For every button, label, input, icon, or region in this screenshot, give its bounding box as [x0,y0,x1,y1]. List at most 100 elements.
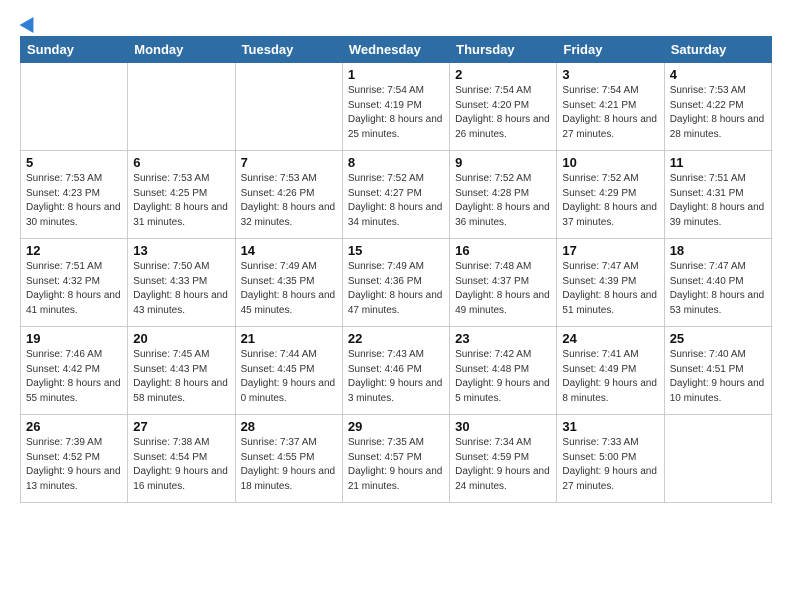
week-row-4: 26 Sunrise: 7:39 AM Sunset: 4:52 PM Dayli… [21,415,772,503]
day-cell-21: 21 Sunrise: 7:44 AM Sunset: 4:45 PM Dayli… [235,327,342,415]
day-info: Sunrise: 7:52 AM Sunset: 4:28 PM Dayligh… [455,172,551,230]
day-cell-9: 9 Sunrise: 7:52 AM Sunset: 4:28 PM Daylig… [450,151,557,239]
day-cell-11: 11Sunrise: 7:51 AM Sunset: 4:31 PM Dayli… [664,151,771,239]
day-info: Sunrise: 7:40 AM Sunset: 4:51 PM Dayligh… [670,348,766,406]
day-number: 30 [455,419,551,434]
day-cell-3: 3Sunrise: 7:54 AM Sunset: 4:21 PM Daylig… [557,63,664,151]
day-info: Sunrise: 7:50 AM Sunset: 4:33 PM Dayligh… [133,260,229,318]
day-number: 25 [670,331,766,346]
day-number: 27 [133,419,229,434]
day-cell-19: 19Sunrise: 7:46 AM Sunset: 4:42 PM Dayli… [21,327,128,415]
col-header-friday: Friday [557,37,664,63]
day-cell-30: 30 Sunrise: 7:34 AM Sunset: 4:59 PM Dayli… [450,415,557,503]
day-number: 8 [348,155,444,170]
day-info: Sunrise: 7:42 AM Sunset: 4:48 PM Dayligh… [455,348,551,406]
day-number: 10 [562,155,658,170]
day-number: 16 [455,243,551,258]
day-info: Sunrise: 7:39 AM Sunset: 4:52 PM Dayligh… [26,436,122,494]
day-info: Sunrise: 7:49 AM Sunset: 4:36 PM Dayligh… [348,260,444,318]
week-row-0: 1 Sunrise: 7:54 AM Sunset: 4:19 PM Daylig… [21,63,772,151]
day-number: 17 [562,243,658,258]
day-number: 4 [670,67,766,82]
day-cell-13: 13 Sunrise: 7:50 AM Sunset: 4:33 PM Dayli… [128,239,235,327]
day-number: 9 [455,155,551,170]
calendar-table: SundayMondayTuesdayWednesdayThursdayFrid… [20,36,772,503]
day-number: 12 [26,243,122,258]
col-header-monday: Monday [128,37,235,63]
week-row-1: 5Sunrise: 7:53 AM Sunset: 4:23 PM Daylig… [21,151,772,239]
day-number: 21 [241,331,337,346]
day-info: Sunrise: 7:33 AM Sunset: 5:00 PM Dayligh… [562,436,658,494]
day-cell-4: 4 Sunrise: 7:53 AM Sunset: 4:22 PM Daylig… [664,63,771,151]
day-info: Sunrise: 7:53 AM Sunset: 4:23 PM Dayligh… [26,172,122,230]
empty-cell [235,63,342,151]
col-header-saturday: Saturday [664,37,771,63]
day-number: 31 [562,419,658,434]
calendar-header-row: SundayMondayTuesdayWednesdayThursdayFrid… [21,37,772,63]
day-cell-28: 28 Sunrise: 7:37 AM Sunset: 4:55 PM Dayli… [235,415,342,503]
week-row-2: 12 Sunrise: 7:51 AM Sunset: 4:32 PM Dayli… [21,239,772,327]
day-info: Sunrise: 7:38 AM Sunset: 4:54 PM Dayligh… [133,436,229,494]
day-info: Sunrise: 7:53 AM Sunset: 4:26 PM Dayligh… [241,172,337,230]
day-info: Sunrise: 7:53 AM Sunset: 4:25 PM Dayligh… [133,172,229,230]
day-info: Sunrise: 7:47 AM Sunset: 4:40 PM Dayligh… [670,260,766,318]
day-info: Sunrise: 7:37 AM Sunset: 4:55 PM Dayligh… [241,436,337,494]
day-number: 6 [133,155,229,170]
day-cell-16: 16Sunrise: 7:48 AM Sunset: 4:37 PM Dayli… [450,239,557,327]
day-info: Sunrise: 7:52 AM Sunset: 4:29 PM Dayligh… [562,172,658,230]
day-cell-31: 31 Sunrise: 7:33 AM Sunset: 5:00 PM Dayli… [557,415,664,503]
day-number: 29 [348,419,444,434]
day-info: Sunrise: 7:53 AM Sunset: 4:22 PM Dayligh… [670,84,766,142]
day-cell-24: 24 Sunrise: 7:41 AM Sunset: 4:49 PM Dayli… [557,327,664,415]
day-number: 28 [241,419,337,434]
day-cell-18: 18Sunrise: 7:47 AM Sunset: 4:40 PM Dayli… [664,239,771,327]
day-info: Sunrise: 7:35 AM Sunset: 4:57 PM Dayligh… [348,436,444,494]
day-cell-1: 1 Sunrise: 7:54 AM Sunset: 4:19 PM Daylig… [342,63,449,151]
day-info: Sunrise: 7:45 AM Sunset: 4:43 PM Dayligh… [133,348,229,406]
day-cell-15: 15Sunrise: 7:49 AM Sunset: 4:36 PM Dayli… [342,239,449,327]
day-info: Sunrise: 7:54 AM Sunset: 4:20 PM Dayligh… [455,84,551,142]
day-number: 26 [26,419,122,434]
day-cell-20: 20 Sunrise: 7:45 AM Sunset: 4:43 PM Dayli… [128,327,235,415]
day-number: 24 [562,331,658,346]
day-cell-8: 8Sunrise: 7:52 AM Sunset: 4:27 PM Daylig… [342,151,449,239]
day-info: Sunrise: 7:34 AM Sunset: 4:59 PM Dayligh… [455,436,551,494]
col-header-tuesday: Tuesday [235,37,342,63]
day-number: 13 [133,243,229,258]
empty-cell [21,63,128,151]
day-cell-22: 22 Sunrise: 7:43 AM Sunset: 4:46 PM Dayli… [342,327,449,415]
day-info: Sunrise: 7:43 AM Sunset: 4:46 PM Dayligh… [348,348,444,406]
day-number: 20 [133,331,229,346]
day-cell-14: 14Sunrise: 7:49 AM Sunset: 4:35 PM Dayli… [235,239,342,327]
day-cell-7: 7 Sunrise: 7:53 AM Sunset: 4:26 PM Daylig… [235,151,342,239]
day-cell-12: 12 Sunrise: 7:51 AM Sunset: 4:32 PM Dayli… [21,239,128,327]
day-cell-5: 5Sunrise: 7:53 AM Sunset: 4:23 PM Daylig… [21,151,128,239]
day-info: Sunrise: 7:51 AM Sunset: 4:32 PM Dayligh… [26,260,122,318]
col-header-wednesday: Wednesday [342,37,449,63]
day-number: 1 [348,67,444,82]
day-info: Sunrise: 7:41 AM Sunset: 4:49 PM Dayligh… [562,348,658,406]
day-info: Sunrise: 7:44 AM Sunset: 4:45 PM Dayligh… [241,348,337,406]
day-info: Sunrise: 7:47 AM Sunset: 4:39 PM Dayligh… [562,260,658,318]
day-number: 14 [241,243,337,258]
day-cell-2: 2Sunrise: 7:54 AM Sunset: 4:20 PM Daylig… [450,63,557,151]
col-header-sunday: Sunday [21,37,128,63]
day-cell-10: 10 Sunrise: 7:52 AM Sunset: 4:29 PM Dayli… [557,151,664,239]
day-number: 11 [670,155,766,170]
day-number: 22 [348,331,444,346]
day-cell-29: 29 Sunrise: 7:35 AM Sunset: 4:57 PM Dayli… [342,415,449,503]
day-info: Sunrise: 7:54 AM Sunset: 4:21 PM Dayligh… [562,84,658,142]
day-number: 7 [241,155,337,170]
week-row-3: 19Sunrise: 7:46 AM Sunset: 4:42 PM Dayli… [21,327,772,415]
empty-cell [664,415,771,503]
day-cell-6: 6 Sunrise: 7:53 AM Sunset: 4:25 PM Daylig… [128,151,235,239]
header [20,16,772,26]
empty-cell [128,63,235,151]
day-cell-26: 26 Sunrise: 7:39 AM Sunset: 4:52 PM Dayli… [21,415,128,503]
logo-triangle-icon [20,13,41,33]
day-cell-25: 25 Sunrise: 7:40 AM Sunset: 4:51 PM Dayli… [664,327,771,415]
day-info: Sunrise: 7:46 AM Sunset: 4:42 PM Dayligh… [26,348,122,406]
day-cell-17: 17 Sunrise: 7:47 AM Sunset: 4:39 PM Dayli… [557,239,664,327]
day-info: Sunrise: 7:54 AM Sunset: 4:19 PM Dayligh… [348,84,444,142]
day-cell-23: 23Sunrise: 7:42 AM Sunset: 4:48 PM Dayli… [450,327,557,415]
